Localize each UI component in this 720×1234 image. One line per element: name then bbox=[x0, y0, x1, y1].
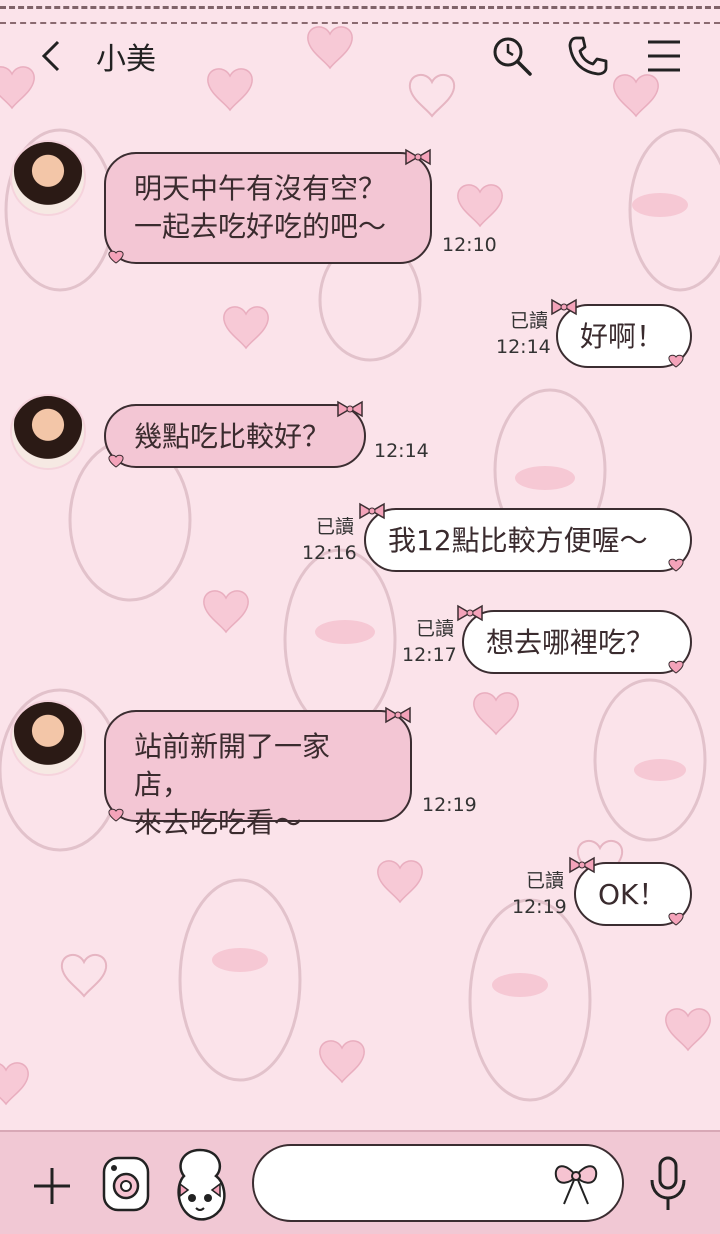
read-status: 已讀 12:14 bbox=[496, 308, 551, 360]
read-label: 已讀 bbox=[509, 310, 548, 332]
bow-icon bbox=[359, 502, 385, 520]
heart-icon bbox=[668, 354, 684, 368]
menu-icon[interactable] bbox=[644, 34, 688, 78]
read-label: 已讀 bbox=[525, 870, 564, 892]
message-time: 12:17 bbox=[402, 644, 457, 666]
outgoing-message-bubble[interactable]: 想去哪裡吃？ bbox=[462, 610, 692, 674]
heart-icon bbox=[108, 250, 124, 264]
bow-icon bbox=[385, 706, 411, 724]
avatar[interactable] bbox=[12, 702, 84, 774]
read-label: 已讀 bbox=[415, 618, 454, 640]
microphone-icon[interactable] bbox=[648, 1156, 688, 1212]
read-status: 已讀 12:19 bbox=[512, 868, 567, 920]
message-time: 12:14 bbox=[496, 336, 551, 358]
bow-icon bbox=[457, 604, 483, 622]
bow-icon bbox=[551, 298, 577, 316]
bow-icon bbox=[405, 148, 431, 166]
incoming-message-bubble[interactable]: 明天中午有沒有空？ 一起去吃好吃的吧～ bbox=[104, 152, 432, 264]
message-time: 12:16 bbox=[302, 542, 357, 564]
chat-title: 小美 bbox=[96, 42, 156, 77]
heart-icon bbox=[108, 808, 124, 822]
ribbon-icon[interactable] bbox=[552, 1158, 600, 1208]
message-time: 12:19 bbox=[512, 896, 567, 918]
plus-icon[interactable] bbox=[30, 1164, 74, 1208]
sticker-icon[interactable] bbox=[170, 1146, 230, 1222]
heart-icon bbox=[668, 660, 684, 674]
outgoing-message-bubble[interactable]: 我12點比較方便喔～ bbox=[364, 508, 692, 572]
message-input[interactable] bbox=[252, 1144, 624, 1222]
search-history-icon[interactable] bbox=[490, 34, 534, 78]
incoming-message-bubble[interactable]: 幾點吃比較好？ bbox=[104, 404, 366, 468]
scalloped-top-border bbox=[0, 0, 720, 24]
message-time: 12:14 bbox=[374, 440, 429, 462]
phone-icon[interactable] bbox=[566, 34, 610, 78]
avatar[interactable] bbox=[12, 142, 84, 214]
read-status: 已讀 12:16 bbox=[302, 514, 357, 566]
message-time: 12:19 bbox=[422, 794, 477, 816]
chat-header: 小美 bbox=[0, 24, 720, 88]
message-time: 12:10 bbox=[442, 234, 497, 256]
heart-icon bbox=[668, 912, 684, 926]
camera-icon[interactable] bbox=[100, 1154, 152, 1214]
bow-icon bbox=[337, 400, 363, 418]
heart-icon bbox=[108, 454, 124, 468]
heart-icon bbox=[668, 558, 684, 572]
chevron-left-icon[interactable] bbox=[38, 38, 66, 74]
message-input-bar bbox=[0, 1130, 720, 1234]
read-status: 已讀 12:17 bbox=[402, 616, 457, 668]
incoming-message-bubble[interactable]: 站前新開了一家店， 來去吃吃看～ bbox=[104, 710, 412, 839]
bow-icon bbox=[569, 856, 595, 874]
read-label: 已讀 bbox=[315, 516, 354, 538]
avatar[interactable] bbox=[12, 396, 84, 468]
